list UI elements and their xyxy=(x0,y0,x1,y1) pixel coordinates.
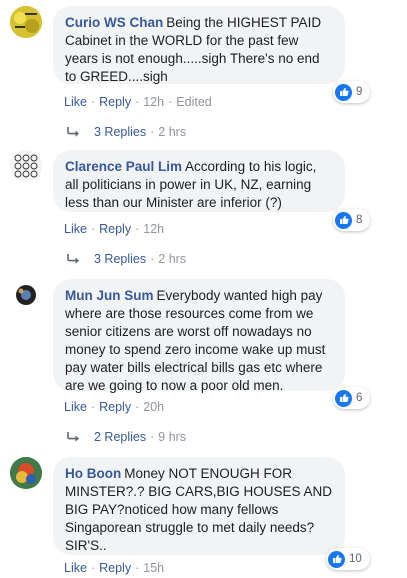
reply-arrow-icon xyxy=(67,254,79,264)
comment-time[interactable]: 12h xyxy=(143,95,164,109)
comment-author[interactable]: Mun Jun Sum xyxy=(65,288,154,303)
reply-link[interactable]: Reply xyxy=(99,222,131,236)
avatar[interactable] xyxy=(10,457,42,489)
replies-label[interactable]: 2 Replies xyxy=(94,430,146,444)
like-link[interactable]: Like xyxy=(64,561,87,575)
replies-label[interactable]: 3 Replies xyxy=(94,125,146,139)
comment-author[interactable]: Curio WS Chan xyxy=(65,15,163,30)
avatar[interactable] xyxy=(10,6,42,38)
comment-author[interactable]: Ho Boon xyxy=(65,466,121,481)
reaction-count-label: 10 xyxy=(349,553,362,565)
reply-link[interactable]: Reply xyxy=(99,95,131,109)
reaction-count-label: 6 xyxy=(356,392,363,404)
comment-actions: Like · Reply · 12h xyxy=(64,222,165,236)
reply-arrow-icon xyxy=(67,432,79,442)
view-replies[interactable]: 3 Replies · 2 hrs xyxy=(67,252,186,266)
reply-link[interactable]: Reply xyxy=(99,561,131,575)
edited-label[interactable]: Edited xyxy=(176,95,211,109)
comment-time[interactable]: 15h xyxy=(143,561,164,575)
avatar[interactable] xyxy=(10,279,42,311)
replies-label[interactable]: 3 Replies xyxy=(94,252,146,266)
comment-actions: Like · Reply · 20h xyxy=(64,400,165,414)
avatar[interactable] xyxy=(10,150,42,182)
like-reaction-icon xyxy=(335,211,352,229)
reaction-count-label: 8 xyxy=(356,214,363,226)
view-replies[interactable]: 2 Replies · 9 hrs xyxy=(67,430,186,444)
comment-author[interactable]: Clarence Paul Lim xyxy=(65,159,182,174)
like-reaction-icon xyxy=(328,550,345,568)
reaction-count[interactable]: 9 xyxy=(333,81,370,103)
comment-bubble: Mun Jun Sum Everybody wanted high pay whe… xyxy=(53,279,345,393)
comment-time[interactable]: 12h xyxy=(143,222,164,236)
comment-bubble: Curio WS Chan Being the HIGHEST PAID Cabi… xyxy=(53,6,345,84)
reaction-count[interactable]: 8 xyxy=(333,209,370,231)
comment-actions: Like · Reply · 15h xyxy=(64,561,165,575)
like-link[interactable]: Like xyxy=(64,95,87,109)
replies-time: 2 hrs xyxy=(158,125,187,139)
like-reaction-icon xyxy=(335,83,352,101)
view-replies[interactable]: 3 Replies · 2 hrs xyxy=(67,125,186,139)
replies-time: 2 hrs xyxy=(158,252,187,266)
like-reaction-icon xyxy=(335,389,352,407)
reaction-count[interactable]: 6 xyxy=(333,387,370,409)
reaction-count-label: 9 xyxy=(356,86,363,98)
reply-link[interactable]: Reply xyxy=(99,400,131,414)
replies-time: 9 hrs xyxy=(158,430,187,444)
reply-arrow-icon xyxy=(67,127,79,137)
reaction-count[interactable]: 10 xyxy=(326,548,370,570)
comment-bubble: Clarence Paul Lim According to his logic,… xyxy=(53,150,345,212)
comment-actions: Like · Reply · 12h · Edited xyxy=(64,95,212,109)
like-link[interactable]: Like xyxy=(64,222,87,236)
comment-bubble: Ho Boon Money NOT ENOUGH FOR MINSTER?.? B… xyxy=(53,457,345,555)
like-link[interactable]: Like xyxy=(64,400,87,414)
comment-time[interactable]: 20h xyxy=(143,400,164,414)
comment-text: Everybody wanted high pay where are thos… xyxy=(65,288,326,393)
